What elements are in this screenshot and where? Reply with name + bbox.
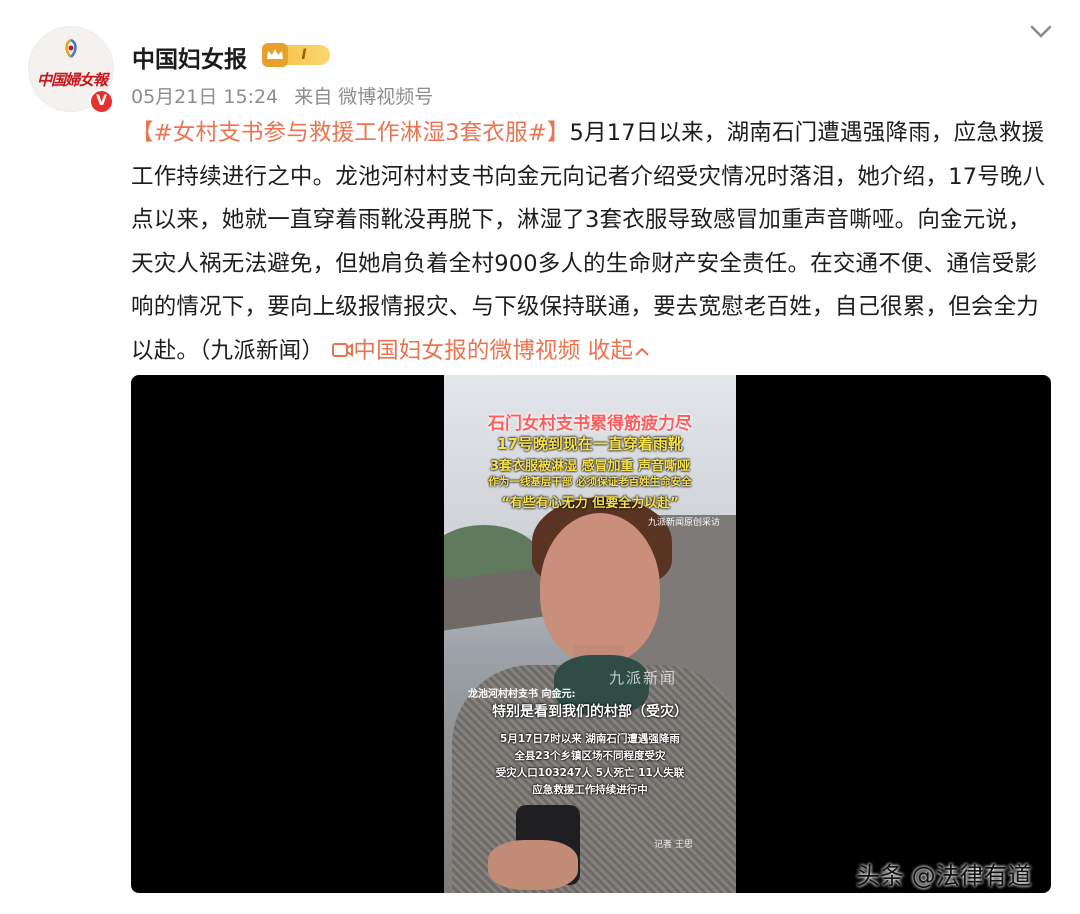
video-face [540, 513, 660, 663]
avatar-logo-text: 中国婦女報 [36, 71, 108, 89]
caption-5: “有些有心无力 但要全力以赴” [501, 496, 679, 511]
video-info-line-4: 应急救援工作持续进行中 [532, 784, 648, 796]
post-body: 5月17日以来，湖南石门遭遇强降雨，应急救援工作持续进行之中。龙池河村村支书向金… [131, 120, 1046, 364]
post-date[interactable]: 05月21日 15:24 [131, 86, 278, 108]
member-badge[interactable]: I [262, 42, 332, 68]
collapse-button[interactable]: 收起 [588, 338, 651, 364]
chevron-down-icon[interactable] [1028, 20, 1054, 42]
close-bracket: 】 [546, 120, 570, 146]
post-source: 来自 微博视频号 [294, 86, 434, 108]
account-name[interactable]: 中国妇女报 [132, 40, 247, 74]
crown-icon [262, 43, 288, 67]
video-subtitle: 特别是看到我们的村部（受灾） [492, 704, 688, 720]
video-link[interactable]: 中国妇女报的微博视频 [331, 338, 580, 364]
open-bracket: 【 [131, 120, 154, 146]
video-link-label: 中国妇女报的微博视频 [353, 337, 581, 364]
video-link-icon [332, 342, 354, 357]
caption-2: 17号晚到现在一直穿着雨靴 [497, 435, 683, 453]
video-hand [488, 840, 578, 890]
video-frame: 石门女村支书累得筋疲力尽 17号晚到现在一直穿着雨靴 3套衣服被淋湿 感冒加重 … [444, 375, 736, 893]
video-info-line-3: 受灾人口103247人 5人死亡 11人失联 [495, 767, 685, 779]
collapse-chevron-icon [635, 347, 649, 356]
video-logo-watermark: 九派新闻 [609, 669, 678, 687]
post-text: 【#女村支书参与救援工作淋湿3套衣服#】5月17日以来，湖南石门遭遇强降雨，应急… [131, 112, 1051, 373]
video-speaker: 龙池河村村支书 向金元: [468, 689, 576, 700]
source-watermark: 头条 @法律有道 [856, 862, 1032, 890]
video-info-line-1: 5月17日7时以来 湖南石门遭遇强降雨 [500, 733, 680, 745]
caption-3: 3套衣服被淋湿 感冒加重 声音嘶哑 [489, 459, 691, 474]
collapse-label: 收起 [587, 337, 634, 364]
video-info-line-2: 全县23个乡镇区场不同程度受灾 [514, 750, 666, 762]
caption-1: 石门女村支书累得筋疲力尽 [488, 414, 692, 434]
video-reporter: 记者 王思 [654, 840, 693, 850]
hashtag-link[interactable]: #女村支书参与救援工作淋湿3套衣服# [154, 120, 547, 146]
video-player[interactable]: 石门女村支书累得筋疲力尽 17号晚到现在一直穿着雨靴 3套衣服被淋湿 感冒加重 … [131, 375, 1051, 893]
caption-4: 作为一线基层干部 必须保证老百姓生命安全 [488, 476, 692, 488]
post-meta: 05月21日 15:24 来自 微博视频号 [131, 82, 443, 109]
logo-mark-icon [65, 38, 77, 58]
video-source-note: 九派新闻原创采访 [647, 518, 720, 528]
verified-icon: V [89, 89, 114, 114]
